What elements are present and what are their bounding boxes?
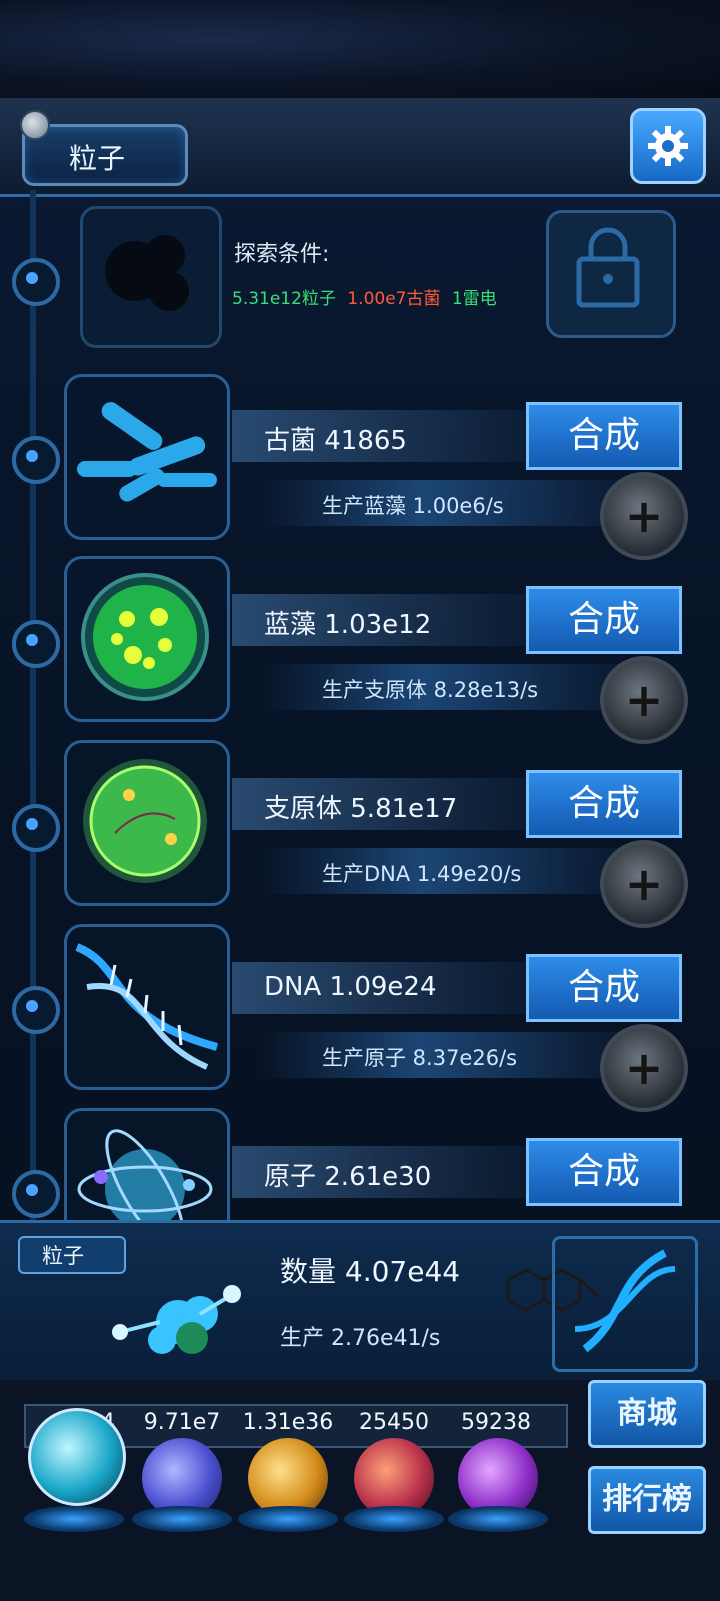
item-name: 支原体 5.81e17 bbox=[264, 794, 458, 824]
item-name: 原子 2.61e30 bbox=[264, 1162, 432, 1192]
settings-button[interactable] bbox=[630, 108, 706, 184]
plus-icon: + bbox=[624, 1041, 664, 1095]
timeline-node bbox=[12, 1170, 60, 1218]
leaderboard-button[interactable]: 排行榜 bbox=[588, 1466, 706, 1534]
archaea-card bbox=[64, 374, 230, 540]
particle-production: 生产 2.76e41/s bbox=[280, 1326, 441, 1351]
timeline-node bbox=[12, 436, 60, 484]
dna-helix-icon bbox=[574, 1249, 676, 1353]
particle-quantity: 数量 4.07e44 bbox=[280, 1255, 461, 1288]
particle-orb-icon[interactable] bbox=[28, 1408, 126, 1506]
resource-star-count: 1.31e36 bbox=[242, 1410, 334, 1435]
orb-pad bbox=[24, 1506, 124, 1532]
lock-icon bbox=[576, 227, 640, 308]
item-name: 古菌 41865 bbox=[264, 426, 407, 456]
resource-brain-count: 25450 bbox=[359, 1410, 429, 1435]
orb-pad bbox=[238, 1506, 338, 1532]
condition-thunder: 1雷电 bbox=[451, 289, 497, 309]
locked-item-card bbox=[80, 206, 222, 348]
upgrade-button[interactable]: + bbox=[600, 840, 688, 928]
resource-vortex-count: 59238 bbox=[461, 1410, 531, 1435]
condition-archaea: 1.00e7古菌 bbox=[347, 289, 441, 309]
unknown-silhouette-icon bbox=[105, 235, 189, 311]
upgrade-button[interactable]: + bbox=[600, 472, 688, 560]
upgrade-button[interactable]: + bbox=[600, 1024, 688, 1112]
item-production: 生产DNA 1.49e20/s bbox=[322, 862, 522, 886]
condition-particle: 5.31e12粒子 bbox=[232, 289, 336, 309]
plus-icon: + bbox=[624, 857, 664, 911]
timeline-node bbox=[12, 804, 60, 852]
cyanobacteria-icon bbox=[81, 573, 209, 701]
mycoplasma-card bbox=[64, 740, 230, 906]
shop-button[interactable]: 商城 bbox=[588, 1380, 706, 1448]
orb-pad bbox=[448, 1506, 548, 1532]
item-production: 生产支原体 8.28e13/s bbox=[322, 678, 539, 702]
item-production: 生产蓝藻 1.00e6/s bbox=[322, 494, 504, 518]
orb-pad bbox=[344, 1506, 444, 1532]
gear-icon bbox=[648, 126, 688, 166]
cyanobacteria-card bbox=[64, 556, 230, 722]
timeline-node bbox=[12, 986, 60, 1034]
item-production: 生产原子 8.37e26/s bbox=[322, 1046, 518, 1070]
synthesize-button[interactable]: 合成 bbox=[526, 1138, 682, 1206]
explore-condition-label: 探索条件: bbox=[234, 242, 330, 267]
dna-card bbox=[64, 924, 230, 1090]
resource-thunder-count: 9.71e7 bbox=[143, 1410, 221, 1435]
space-background bbox=[0, 0, 720, 98]
mycoplasma-icon bbox=[83, 759, 207, 883]
timeline-spine bbox=[30, 190, 36, 1230]
plus-icon: + bbox=[624, 489, 664, 543]
item-name: DNA 1.09e24 bbox=[264, 972, 437, 1002]
upgrade-button[interactable]: + bbox=[600, 656, 688, 744]
unlock-button[interactable] bbox=[546, 210, 676, 338]
lock-node-icon bbox=[12, 258, 60, 306]
archaea-icon bbox=[77, 402, 217, 502]
explore-conditions: 5.31e12粒子 1.00e7古菌 1雷电 bbox=[232, 284, 497, 309]
page-title: 粒子 bbox=[69, 142, 126, 175]
dna-icon bbox=[75, 943, 219, 1070]
synthesize-button[interactable]: 合成 bbox=[526, 586, 682, 654]
timeline-node bbox=[12, 620, 60, 668]
synthesize-button[interactable]: 合成 bbox=[526, 770, 682, 838]
synthesize-button[interactable]: 合成 bbox=[526, 954, 682, 1022]
plus-icon: + bbox=[624, 673, 664, 727]
summary-tab-label: 粒子 bbox=[42, 1244, 84, 1268]
particle-cluster-icon bbox=[112, 1285, 241, 1354]
dna-frame bbox=[552, 1236, 698, 1372]
bolt-icon bbox=[20, 110, 50, 140]
orb-pad bbox=[132, 1506, 232, 1532]
item-name: 蓝藻 1.03e12 bbox=[264, 610, 432, 640]
synthesize-button[interactable]: 合成 bbox=[526, 402, 682, 470]
